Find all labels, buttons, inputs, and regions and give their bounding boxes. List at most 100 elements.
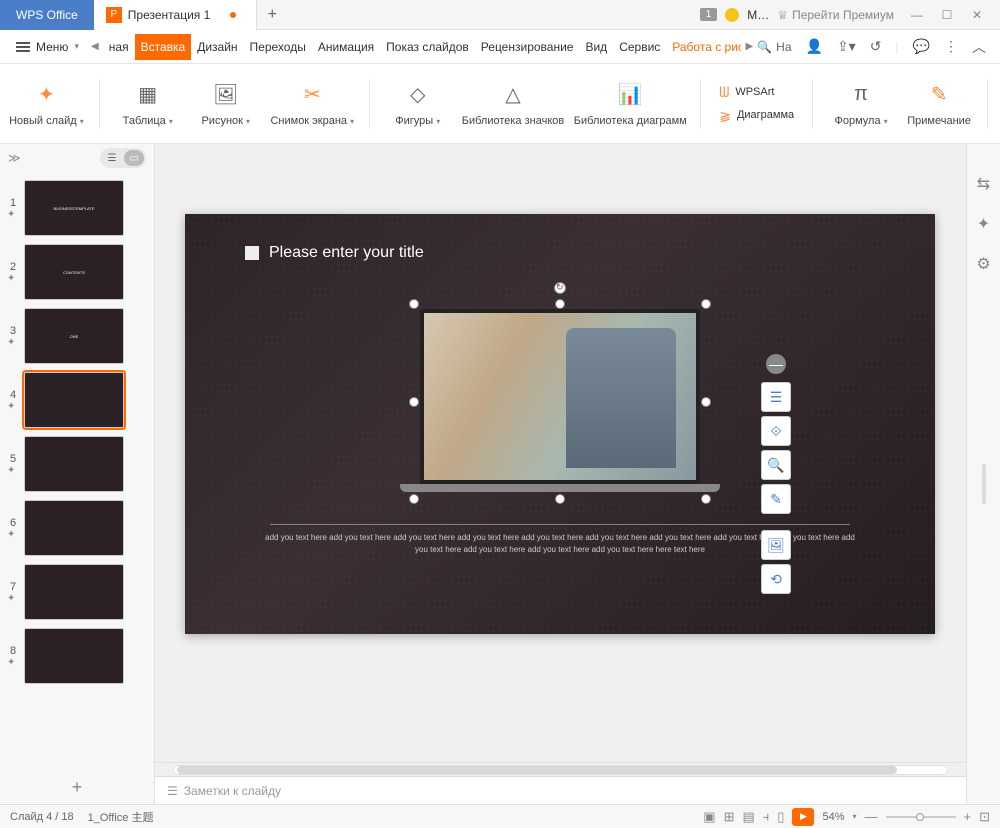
sidebar-drag-handle[interactable] [982,464,986,504]
slide-title[interactable]: Please enter your title [245,244,424,262]
resize-handle-sw[interactable] [409,494,419,504]
slide-thumbnail[interactable]: ONE [24,308,124,364]
sun-icon [725,8,739,22]
square-bullet-icon [245,246,259,260]
zoom-out-button[interactable]: — [865,809,878,824]
thumbnail-row[interactable]: 5✦ [0,432,154,496]
ribbon-tab[interactable]: Вид [579,34,613,60]
ribbon-tab[interactable]: Анимация [312,34,380,60]
horizontal-scrollbar[interactable] [155,762,966,776]
notification-badge[interactable]: 1 [700,8,718,21]
view-notes-icon[interactable]: ▯ [777,809,784,825]
thumbnail-row[interactable]: 1✦BUSINESSTEMPLATE [0,176,154,240]
ribbon-tab[interactable]: ная [103,34,135,60]
resize-handle-nw[interactable] [409,299,419,309]
thumbnail-row[interactable]: 2✦CONTENTS [0,240,154,304]
view-normal-icon[interactable]: ▣ [703,809,715,825]
zoom-slider[interactable] [886,816,956,818]
edit-icon[interactable]: ✎ [761,484,791,514]
ribbon-tab[interactable]: Переходы [244,34,312,60]
minimize-button[interactable]: — [902,3,932,27]
resize-handle-s[interactable] [555,494,565,504]
ribbon-item[interactable]: ᗯWPSArt [719,84,794,101]
tab-scroll-right[interactable]: ▶ [741,41,757,52]
slide-thumbnail[interactable]: BUSINESSTEMPLATE [24,180,124,236]
comment-icon[interactable]: 💬 [913,38,930,55]
slide-thumbnail[interactable] [24,372,124,428]
outline-view-button[interactable]: ☰ [102,150,122,166]
ribbon-item[interactable]: ✂Снимок экрана ▾ [274,81,351,127]
canvas-scroll[interactable]: Please enter your title [155,144,966,762]
premium-button[interactable]: ♕ Перейти Премиум [777,8,894,22]
resize-handle-ne[interactable] [701,299,711,309]
ribbon-tab[interactable]: Сервис [613,34,666,60]
ribbon-tab[interactable]: Работа с рис [666,34,741,60]
ribbon-item[interactable]: ⫺Диаграмма [719,107,794,124]
zoom-image-icon[interactable]: 🔍 [761,450,791,480]
layers-icon[interactable]: ☰ [761,382,791,412]
view-sorter-icon[interactable]: ▤ [743,809,755,825]
close-button[interactable]: ✕ [962,3,992,27]
ribbon-tab[interactable]: Рецензирование [475,34,580,60]
add-slide-button[interactable]: + [0,771,154,804]
ribbon-item[interactable]: ◇Фигуры ▾ [388,81,448,127]
slide-thumbnail[interactable]: CONTENTS [24,244,124,300]
thumbnail-row[interactable]: 6✦ [0,496,154,560]
replace-image-icon[interactable]: ⟲ [761,564,791,594]
thumbnail-view-button[interactable]: ▭ [124,150,144,166]
history-icon[interactable]: ↺ [870,38,882,55]
thumbnail-row[interactable]: 8✦ [0,624,154,688]
user-short[interactable]: М… [747,8,769,22]
app-badge: WPS Office [0,0,94,30]
resize-handle-e[interactable] [701,397,711,407]
ribbon-item[interactable]: 📊Библиотека диаграмм [578,81,682,127]
settings-icon[interactable]: ⚙ [976,254,990,274]
thumbnail-row[interactable]: 3✦ONE [0,304,154,368]
tab-scroll-left[interactable]: ◀ [87,41,103,52]
resize-handle-se[interactable] [701,494,711,504]
sparkle-icon[interactable]: ✦ [977,214,990,234]
resize-handle-n[interactable] [555,299,565,309]
slide[interactable]: Please enter your title [185,214,935,634]
ribbon-item[interactable]: πФормула ▾ [831,81,891,127]
ribbon-tab[interactable]: Вставка [135,34,192,60]
collapse-panel-icon[interactable]: ≫ [8,151,21,165]
view-reading-icon[interactable]: ⫞ [763,809,770,825]
zoom-percent[interactable]: 54% [822,811,844,823]
maximize-button[interactable]: ☐ [932,3,962,27]
document-tab[interactable]: P Презентация 1 [94,0,258,30]
slide-thumbnail[interactable] [24,628,124,684]
collapse-ribbon-icon[interactable]: ︿ [972,37,986,57]
image-library-icon[interactable]: 🖼 [761,530,791,560]
add-tab-button[interactable]: + [257,6,287,24]
slide-thumbnail[interactable] [24,436,124,492]
laptop-image[interactable] [420,309,700,492]
search-box[interactable]: 🔍 На [757,40,791,54]
ribbon-item[interactable]: △Библиотека значков [466,81,560,127]
fit-to-window-icon[interactable]: ⊡ [979,809,990,825]
ribbon-icon: ⫺ [719,107,731,124]
resize-handle-w[interactable] [409,397,419,407]
ribbon-item[interactable]: ✎Примечание [909,81,969,127]
slide-thumbnail[interactable] [24,564,124,620]
menu-button[interactable]: Меню ▾ [8,36,87,58]
ribbon-tabs: наяВставкаДизайнПереходыАнимацияПоказ сл… [103,34,742,60]
thumbnail-row[interactable]: 4✦ [0,368,154,432]
zoom-in-button[interactable]: + [964,809,972,824]
share-icon[interactable]: 👤 [806,38,823,55]
ribbon-item[interactable]: ▦Таблица ▾ [118,81,178,127]
collapse-tools-button[interactable]: — [766,354,786,374]
notes-bar[interactable]: ☰ Заметки к слайду [155,776,966,804]
play-button[interactable]: ▶ [792,808,814,826]
panel-swap-icon[interactable]: ⇆ [977,174,990,194]
ribbon-item[interactable]: 🖼Рисунок ▾ [196,81,256,127]
ribbon-tab[interactable]: Дизайн [191,34,243,60]
crop-icon[interactable]: ⟐ [761,416,791,446]
view-grid-icon[interactable]: ⊞ [724,809,735,825]
export-icon[interactable]: ⇪▾ [837,38,856,55]
ribbon-tab[interactable]: Показ слайдов [380,34,475,60]
kebab-icon[interactable]: ⋮ [944,38,958,55]
thumbnail-row[interactable]: 7✦ [0,560,154,624]
slide-thumbnail[interactable] [24,500,124,556]
ribbon-item[interactable]: ✦Новый слайд ▾ [12,81,81,127]
